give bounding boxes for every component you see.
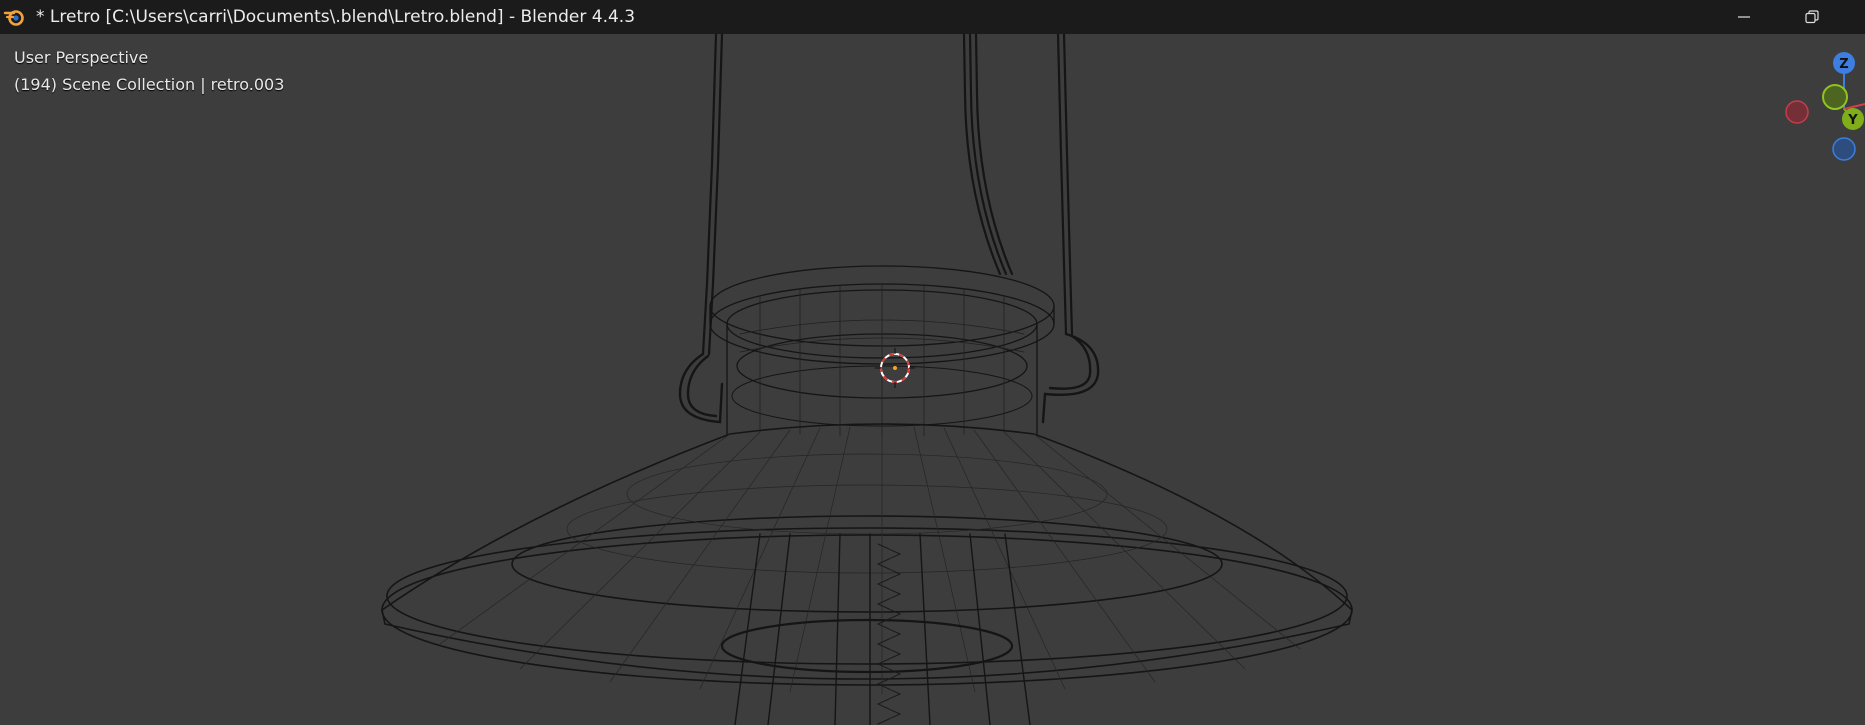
scene-collection-label: (194) Scene Collection | retro.003 [14, 75, 285, 94]
wireframe-lamp-model[interactable] [0, 34, 1865, 725]
minimize-icon [1738, 16, 1750, 18]
cap-mesh-lines [739, 283, 1025, 437]
view-perspective-label: User Perspective [14, 48, 149, 67]
restore-icon [1805, 10, 1819, 24]
3d-viewport[interactable]: User Perspective (194) Scene Collection … [0, 34, 1865, 725]
lamp-shade [381, 423, 1353, 686]
minimize-button[interactable] [1710, 0, 1778, 34]
gizmo-y-label: Y [1847, 113, 1858, 128]
gizmo-z-label: Z [1839, 57, 1848, 72]
navigation-gizmo[interactable]: Z Y [1770, 46, 1865, 171]
gizmo-z-negative-icon[interactable] [1832, 137, 1856, 161]
blender-logo-icon [3, 10, 24, 26]
hanging-cords [701, 34, 1074, 356]
gizmo-x-negative-icon[interactable] [1785, 100, 1809, 124]
gizmo-z-axis-icon[interactable]: Z [1833, 52, 1855, 74]
gizmo-y-negative-icon[interactable] [1822, 84, 1848, 110]
restore-button[interactable] [1778, 0, 1846, 34]
coil-spring [876, 543, 902, 725]
window-title: * Lretro [C:\Users\carri\Documents\.blen… [36, 7, 636, 27]
3d-cursor-icon[interactable] [875, 348, 915, 388]
title-bar: * Lretro [C:\Users\carri\Documents\.blen… [0, 0, 1865, 34]
glass-chimney [720, 533, 1031, 725]
gizmo-y-axis-icon[interactable]: Y [1842, 108, 1864, 130]
